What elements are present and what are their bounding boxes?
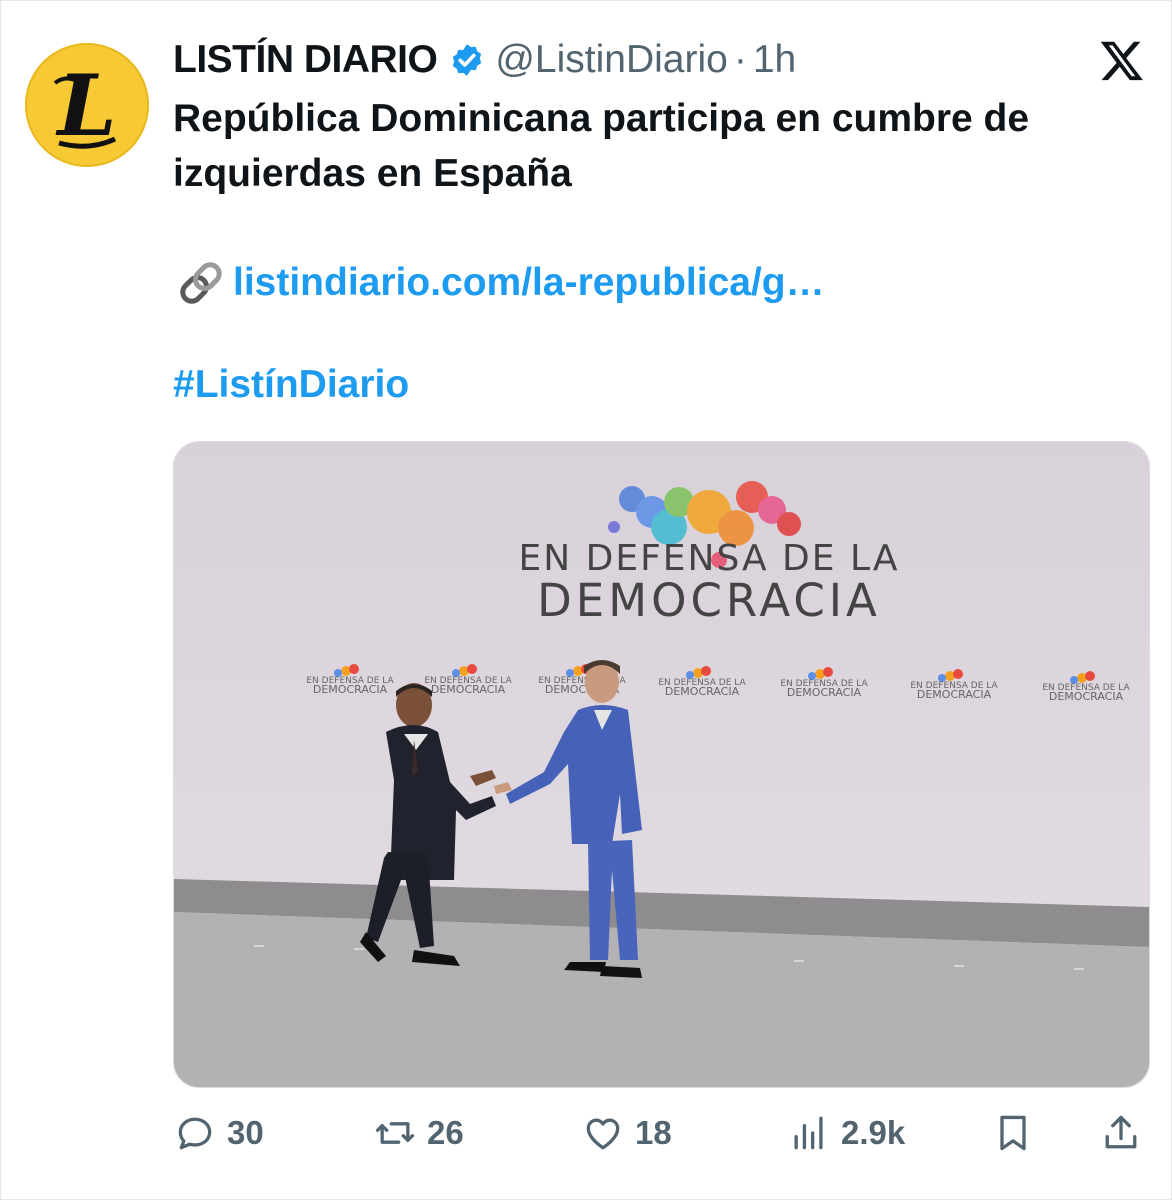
svg-text:DEMOCRACIA: DEMOCRACIA	[313, 683, 388, 696]
svg-text:DEMOCRACIA: DEMOCRACIA	[1049, 690, 1124, 703]
svg-text:DEMOCRACIA: DEMOCRACIA	[787, 686, 862, 699]
tweet-photo[interactable]: EN DEFENSA DE LA DEMOCRACIA EN DEFENSA D…	[173, 441, 1150, 1088]
backdrop-title-line2: DEMOCRACIA	[537, 574, 881, 627]
action-bar: 30 26 18 2.9k	[173, 1101, 1148, 1165]
author-handle[interactable]: @ListinDiario	[495, 38, 728, 82]
reply-icon	[178, 1117, 212, 1150]
views-count: 2.9k	[841, 1114, 906, 1151]
repost-count: 26	[427, 1114, 464, 1151]
views-button[interactable]: 2.9k	[787, 1101, 905, 1165]
views-icon	[794, 1116, 823, 1150]
repost-button[interactable]: 26	[373, 1101, 464, 1165]
article-link[interactable]: listindiario.com/la-republica/g…	[233, 261, 825, 305]
link-icon	[180, 262, 222, 304]
avatar[interactable]: L	[25, 43, 149, 167]
like-icon	[586, 1118, 620, 1150]
separator: ·	[733, 38, 747, 81]
newspaper-logo-icon: L	[53, 56, 117, 155]
svg-text:DEMOCRACIA: DEMOCRACIA	[665, 685, 740, 698]
verified-badge-icon	[453, 44, 482, 76]
svg-text:DEMOCRACIA: DEMOCRACIA	[431, 683, 506, 696]
share-icon	[1105, 1115, 1137, 1149]
svg-text:DEMOCRACIA: DEMOCRACIA	[917, 688, 992, 701]
reply-count: 30	[227, 1114, 264, 1151]
bookmark-button[interactable]	[991, 1101, 1035, 1165]
timestamp[interactable]: 1h	[753, 38, 796, 82]
tweet-text: República Dominicana participa en cumbre…	[173, 97, 1030, 195]
bookmark-icon	[1000, 1115, 1026, 1151]
author-name[interactable]: LISTÍN DIARIO	[173, 38, 438, 82]
tweet-card[interactable]: L LISTÍN DIARIO @ListinDiario · 1h Repúb…	[0, 0, 1172, 1200]
hashtag-link[interactable]: #ListínDiario	[173, 363, 409, 407]
backdrop-title-line1: EN DEFENSA DE LA	[519, 538, 900, 579]
like-count: 18	[635, 1114, 672, 1151]
x-logo-icon[interactable]	[1099, 37, 1145, 83]
like-button[interactable]: 18	[581, 1101, 672, 1165]
repost-icon	[375, 1122, 415, 1144]
share-button[interactable]	[1099, 1101, 1143, 1165]
reply-button[interactable]: 30	[173, 1101, 264, 1165]
